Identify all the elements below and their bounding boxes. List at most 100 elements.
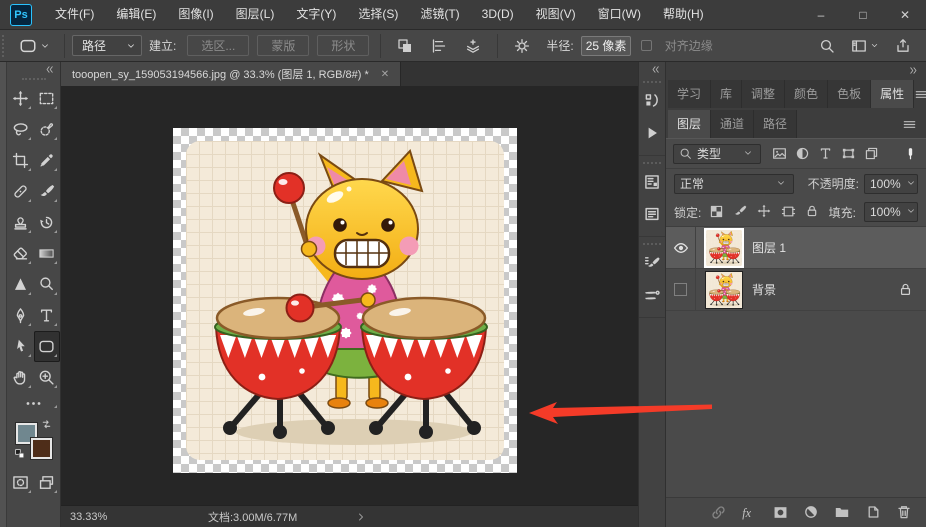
panel-menu-icon[interactable] xyxy=(914,87,926,102)
layer-name[interactable]: 图层 1 xyxy=(752,239,786,256)
status-menu-chevron-icon[interactable] xyxy=(355,511,367,523)
panel-menu-button[interactable] xyxy=(902,117,926,138)
canvas-image[interactable] xyxy=(173,128,517,473)
new-group-button[interactable] xyxy=(834,504,850,520)
type-tool[interactable] xyxy=(34,300,60,331)
layer-visibility-toggle[interactable] xyxy=(666,269,696,310)
make-button-2[interactable]: 蒙版 xyxy=(257,35,310,56)
make-button-3[interactable]: 形状 xyxy=(317,35,370,56)
menu-item-10[interactable]: 窗口(W) xyxy=(587,0,652,29)
link-layers-button[interactable] xyxy=(710,504,727,521)
layer-thumbnail[interactable] xyxy=(705,270,743,309)
rounded-rectangle-tool[interactable] xyxy=(33,331,60,362)
lock-position-button[interactable] xyxy=(757,204,771,218)
lock-image-pixels-button[interactable] xyxy=(733,204,747,218)
path-select-tool[interactable] xyxy=(8,331,34,362)
menu-item-3[interactable]: 图像(I) xyxy=(167,0,224,29)
filter-image-layers-button[interactable] xyxy=(769,144,790,164)
lock-artboard-button[interactable] xyxy=(781,204,796,219)
spot-healing-tool[interactable] xyxy=(8,176,34,207)
menu-item-8[interactable]: 3D(D) xyxy=(471,0,525,29)
quick-mask-button[interactable] xyxy=(8,467,34,498)
menu-item-4[interactable]: 图层(L) xyxy=(225,0,286,29)
eraser-tool[interactable] xyxy=(8,238,34,269)
current-tool-button[interactable] xyxy=(12,37,57,55)
lasso-tool[interactable] xyxy=(8,114,34,145)
filter-shape-layers-button[interactable] xyxy=(838,144,859,164)
history-panel-button[interactable] xyxy=(643,92,661,110)
history-brush-tool[interactable] xyxy=(34,207,60,238)
panel-tab[interactable]: 颜色 xyxy=(785,80,829,108)
background-color-swatch[interactable] xyxy=(30,438,52,459)
filter-adjustment-layers-button[interactable] xyxy=(792,144,813,164)
tool-settings-gear-button[interactable] xyxy=(505,38,539,54)
radius-input[interactable]: 25 像素 xyxy=(580,35,631,56)
layer-style-button[interactable]: fx xyxy=(741,504,758,521)
screen-mode-button[interactable] xyxy=(34,467,60,498)
minimize-button[interactable]: – xyxy=(800,0,842,30)
layer-row-2[interactable]: 背景 xyxy=(666,269,926,311)
menu-item-1[interactable]: 文件(F) xyxy=(44,0,105,29)
eyedropper-tool[interactable] xyxy=(34,145,60,176)
document-tab-close-icon[interactable]: ✕ xyxy=(381,69,389,80)
menu-item-2[interactable]: 编辑(E) xyxy=(105,0,167,29)
menu-item-7[interactable]: 滤镜(T) xyxy=(409,0,470,29)
default-colors-icon[interactable] xyxy=(14,448,26,460)
sharpen-tool[interactable] xyxy=(8,269,34,300)
align-edges-checkbox[interactable] xyxy=(640,40,652,51)
layer-visibility-toggle[interactable] xyxy=(666,227,696,268)
crop-tool[interactable] xyxy=(8,145,34,176)
brush-tool[interactable] xyxy=(34,176,60,207)
info-panel-button[interactable] xyxy=(643,173,661,191)
menu-item-5[interactable]: 文字(Y) xyxy=(285,0,347,29)
layer-row-1[interactable]: 图层 1 xyxy=(666,227,926,269)
brushes-panel-button[interactable] xyxy=(643,286,661,304)
panel-tab[interactable]: 库 xyxy=(711,80,743,108)
search-icon[interactable] xyxy=(819,38,835,54)
menu-item-9[interactable]: 视图(V) xyxy=(525,0,587,29)
layer-thumbnail[interactable] xyxy=(704,227,744,268)
dodge-tool[interactable] xyxy=(34,269,60,300)
blend-mode-select[interactable]: 正常 xyxy=(674,173,794,194)
menu-item-11[interactable]: 帮助(H) xyxy=(652,0,715,29)
share-icon[interactable] xyxy=(895,38,911,54)
new-adjustment-layer-button[interactable] xyxy=(803,504,819,520)
panel-tab[interactable]: 学习 xyxy=(668,80,712,108)
swap-colors-icon[interactable] xyxy=(40,418,53,431)
layers-tab[interactable]: 路径 xyxy=(754,110,798,138)
filter-toggle-pin[interactable] xyxy=(903,146,918,161)
filter-smart-objects-button[interactable] xyxy=(861,144,882,164)
layers-tab[interactable]: 通道 xyxy=(711,110,755,138)
layer-name[interactable]: 背景 xyxy=(752,281,776,298)
path-operations-button[interactable] xyxy=(388,38,422,54)
path-arrangement-button[interactable] xyxy=(456,38,490,54)
menu-item-6[interactable]: 选择(S) xyxy=(347,0,409,29)
maximize-button[interactable]: □ xyxy=(842,0,884,30)
lock-all-button[interactable] xyxy=(805,204,819,218)
layer-filter-type-select[interactable]: 类型 xyxy=(673,143,761,164)
photoshop-logo[interactable]: Ps xyxy=(10,3,32,26)
close-button[interactable]: ✕ xyxy=(884,0,926,30)
delete-layer-button[interactable] xyxy=(896,504,912,520)
make-button-1[interactable]: 选区... xyxy=(187,35,250,56)
zoom-level[interactable]: 33.33% xyxy=(70,511,140,523)
move-tool[interactable] xyxy=(8,83,34,114)
hand-tool[interactable] xyxy=(8,362,34,393)
path-alignment-button[interactable] xyxy=(422,38,456,54)
pen-tool[interactable] xyxy=(8,300,34,331)
opacity-select[interactable]: 100% xyxy=(864,173,918,194)
document-tab[interactable]: tooopen_sy_159053194566.jpg @ 33.3% (图层 … xyxy=(61,62,402,86)
marquee-tool[interactable] xyxy=(34,83,60,114)
clone-stamp-tool[interactable] xyxy=(8,207,34,238)
fill-select[interactable]: 100% xyxy=(864,202,918,222)
panel-menu-icon[interactable] xyxy=(902,117,917,132)
panel-tab[interactable]: 色板 xyxy=(828,80,872,108)
panel-tab[interactable]: 属性 xyxy=(871,80,915,108)
toolbar-collapse-button[interactable] xyxy=(39,62,60,75)
notes-panel-button[interactable] xyxy=(643,205,661,223)
new-layer-button[interactable] xyxy=(865,504,881,520)
lock-transparent-pixels-button[interactable] xyxy=(709,204,724,219)
filter-type-layers-button[interactable] xyxy=(815,144,836,164)
layers-tab[interactable]: 图层 xyxy=(668,110,712,138)
panel-menu-button[interactable] xyxy=(914,87,926,108)
